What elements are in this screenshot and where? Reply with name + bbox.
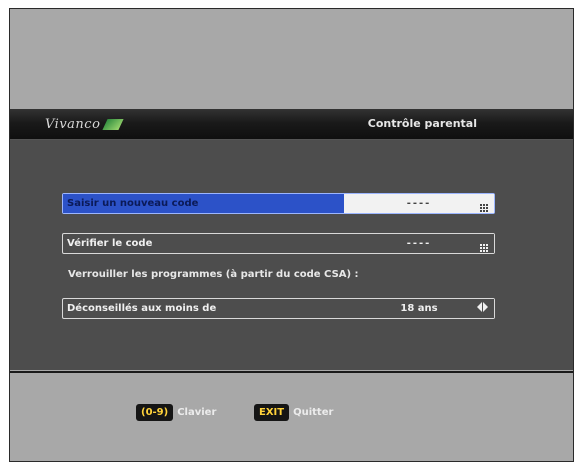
verify-code-field[interactable]: ---- xyxy=(344,234,494,253)
verify-code-value: ---- xyxy=(406,238,432,249)
exit-hint: EXIT Quitter xyxy=(254,404,333,421)
age-limit-value: 18 ans xyxy=(400,303,438,314)
brand-name: Vivanco xyxy=(45,116,101,132)
menu-header: Vivanco Contrôle parental xyxy=(10,109,573,140)
new-code-row[interactable]: Saisir un nouveau code ---- xyxy=(62,193,495,214)
age-limit-row[interactable]: Déconseillés aux moins de 18 ans xyxy=(62,298,495,319)
keypad-hint-label: Clavier xyxy=(177,407,217,418)
tv-screen: Vivanco Contrôle parental Saisir un nouv… xyxy=(9,8,574,462)
new-code-field[interactable]: ---- xyxy=(344,194,494,213)
left-right-arrows-icon xyxy=(477,302,488,315)
key-help-bar: (0-9) Clavier EXIT Quitter xyxy=(10,371,573,461)
exit-key-badge: EXIT xyxy=(254,404,290,421)
numeric-key-badge: (0-9) xyxy=(136,404,174,421)
age-limit-selector[interactable]: 18 ans xyxy=(344,299,494,318)
brand-logo: Vivanco xyxy=(45,114,124,134)
new-code-label: Saisir un nouveau code xyxy=(63,194,344,213)
verify-code-row[interactable]: Vérifier le code ---- xyxy=(62,233,495,254)
page-title: Contrôle parental xyxy=(367,117,477,130)
lock-programs-heading: Verrouiller les programmes (à partir du … xyxy=(68,269,359,280)
brand-mark-icon xyxy=(102,118,124,130)
new-code-value: ---- xyxy=(406,198,432,209)
keypad-icon xyxy=(480,198,488,212)
keypad-icon xyxy=(480,238,488,252)
keypad-hint: (0-9) Clavier xyxy=(136,404,216,421)
exit-hint-label: Quitter xyxy=(293,407,334,418)
menu-panel: Saisir un nouveau code ---- Vérifier le … xyxy=(10,140,573,370)
verify-code-label: Vérifier le code xyxy=(63,238,344,249)
age-limit-label: Déconseillés aux moins de xyxy=(63,303,344,314)
